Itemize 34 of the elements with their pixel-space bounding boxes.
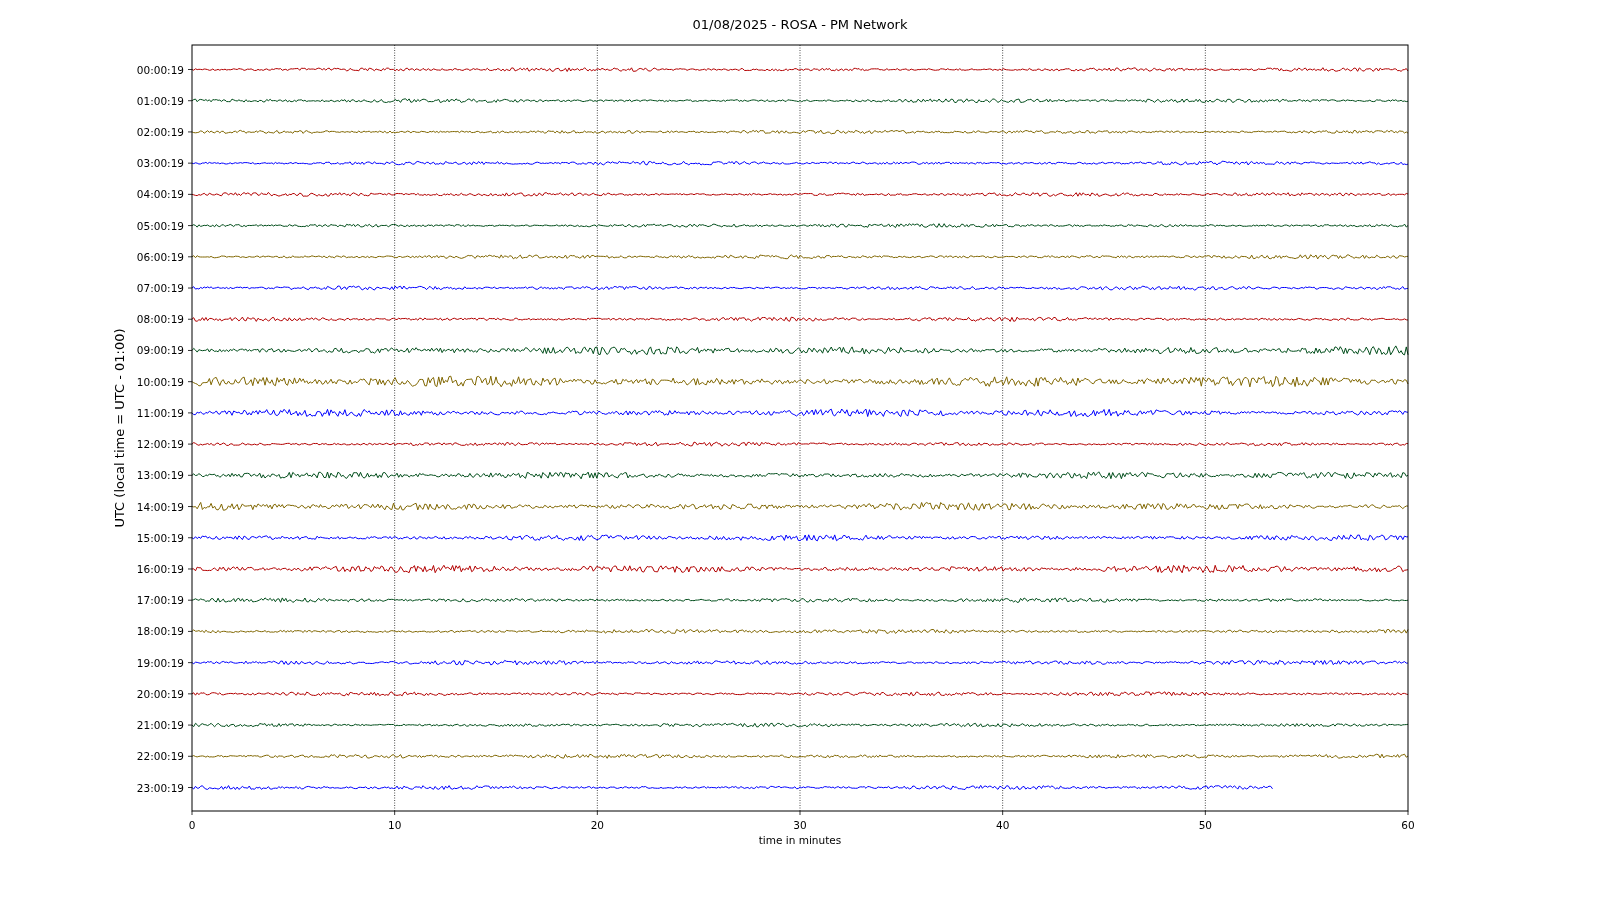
y-axis-label: UTC (local time = UTC - 01:00): [112, 328, 127, 528]
y-tick-label: 09:00:19: [136, 344, 184, 357]
x-tick-label: 0: [188, 819, 196, 831]
y-tick-label: 05:00:19: [136, 219, 184, 232]
x-tick-label: 60: [1401, 819, 1415, 831]
y-tick-label: 15:00:19: [136, 531, 184, 544]
y-tick-label: 12:00:19: [136, 438, 184, 451]
y-tick-label: 07:00:19: [136, 282, 184, 294]
x-tick-label: 20: [590, 819, 604, 831]
x-tick-label: 30: [793, 819, 807, 831]
x-tick-label: 10: [388, 819, 402, 831]
y-tick-label: 06:00:19: [136, 250, 184, 263]
chart-title: 01/08/2025 - ROSA - PM Network: [692, 17, 908, 32]
y-tick-label: 02:00:19: [136, 125, 184, 138]
y-tick-label: 20:00:19: [136, 687, 184, 700]
y-tick-label: 19:00:19: [136, 656, 184, 669]
y-tick-label: 00:00:19: [136, 63, 184, 76]
x-tick-label: 40: [996, 819, 1010, 831]
y-tick-label: 22:00:19: [136, 750, 184, 763]
y-tick-label: 01:00:19: [136, 94, 184, 107]
y-tick-label: 18:00:19: [136, 625, 184, 638]
y-tick-label: 11:00:19: [136, 406, 184, 419]
y-tick-label: 08:00:19: [136, 313, 184, 326]
y-tick-label: 04:00:19: [136, 188, 184, 201]
y-tick-label: 14:00:19: [136, 500, 184, 513]
y-tick-label: 03:00:19: [136, 157, 184, 170]
y-tick-label: 21:00:19: [136, 719, 184, 732]
y-tick-label: 13:00:19: [136, 469, 184, 482]
y-tick-label: 17:00:19: [136, 594, 184, 607]
x-axis-label: time in minutes: [758, 834, 842, 846]
x-tick-label: 50: [1198, 819, 1212, 831]
y-tick-label: 23:00:19: [136, 781, 184, 794]
y-tick-label: 10:00:19: [136, 375, 184, 388]
y-tick-label: 16:00:19: [136, 563, 184, 575]
